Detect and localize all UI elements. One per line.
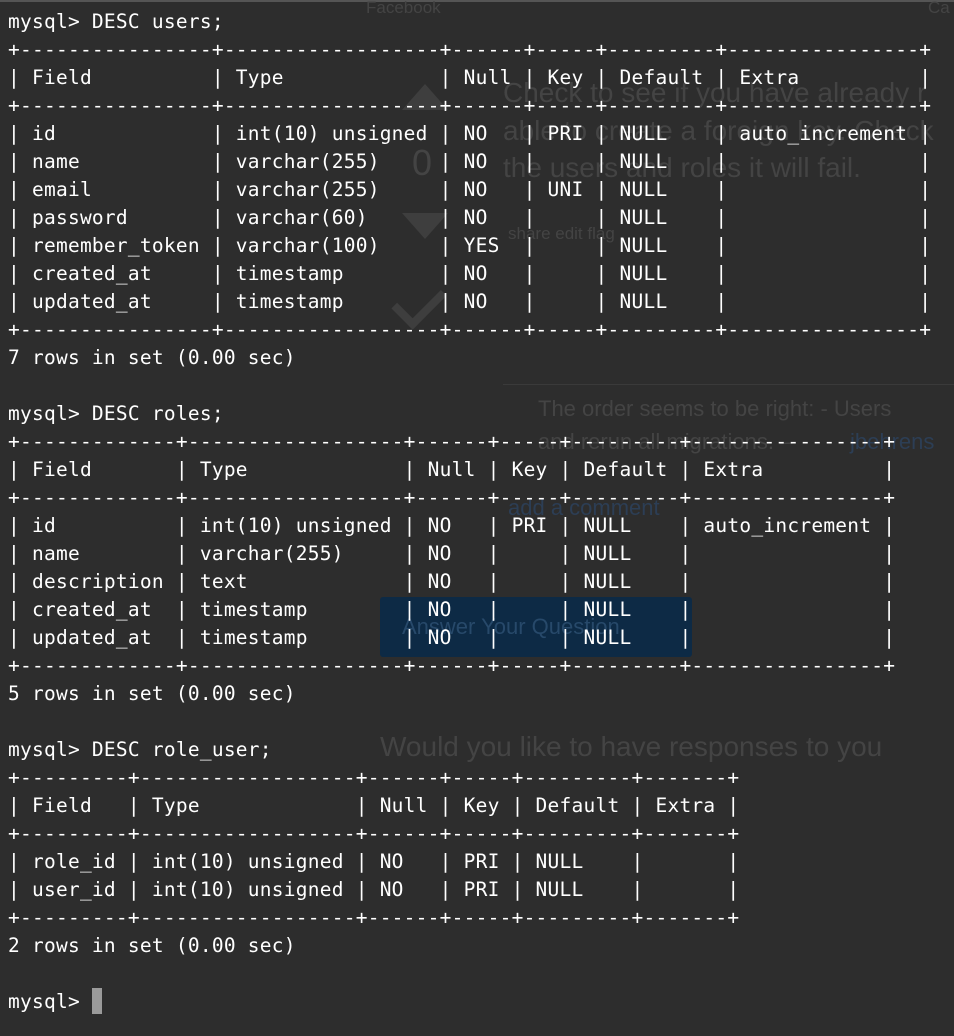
- terminal-line: +-------------+------------------+------…: [8, 652, 954, 680]
- terminal-line: | email | varchar(255) | NO | UNI | NULL…: [8, 176, 954, 204]
- terminal-line: | user_id | int(10) unsigned | NO | PRI …: [8, 876, 954, 904]
- terminal-line-text: | updated_at | timestamp | NO | | NULL |…: [8, 626, 896, 649]
- terminal-line: | password | varchar(60) | NO | | NULL |…: [8, 204, 954, 232]
- terminal-line-text: | id | int(10) unsigned | NO | PRI | NUL…: [8, 122, 932, 145]
- terminal-line-text: +-------------+------------------+------…: [8, 430, 896, 453]
- terminal-line-text: | Field | Type | Null | Key | Default | …: [8, 794, 740, 817]
- terminal-output[interactable]: mysql> DESC users; +----------------+----…: [0, 0, 954, 1036]
- terminal-line-text: mysql> DESC users;: [8, 10, 224, 33]
- terminal-line-text: | name | varchar(255) | NO | | NULL | |: [8, 150, 932, 173]
- terminal-line: +-------------+------------------+------…: [8, 428, 954, 456]
- terminal-line: +----------------+------------------+---…: [8, 92, 954, 120]
- terminal-line-text: mysql> DESC roles;: [8, 402, 224, 425]
- terminal-line: +-------------+------------------+------…: [8, 484, 954, 512]
- terminal-line: | Field | Type | Null | Key | Default | …: [8, 64, 954, 92]
- terminal-line-text: | created_at | timestamp | NO | | NULL |…: [8, 598, 896, 621]
- terminal-line: | role_id | int(10) unsigned | NO | PRI …: [8, 848, 954, 876]
- terminal-line-text: +----------------+------------------+---…: [8, 94, 932, 117]
- terminal-line: | Field | Type | Null | Key | Default | …: [8, 792, 954, 820]
- terminal-line: | created_at | timestamp | NO | | NULL |…: [8, 260, 954, 288]
- terminal-line: +---------+------------------+------+---…: [8, 764, 954, 792]
- terminal-line: 5 rows in set (0.00 sec): [8, 680, 954, 708]
- terminal-line: | name | varchar(255) | NO | | NULL | |: [8, 148, 954, 176]
- terminal-line-text: | role_id | int(10) unsigned | NO | PRI …: [8, 850, 740, 873]
- terminal-line: | description | text | NO | | NULL | |: [8, 568, 954, 596]
- terminal-line: | remember_token | varchar(100) | YES | …: [8, 232, 954, 260]
- terminal-line-text: | Field | Type | Null | Key | Default | …: [8, 66, 932, 89]
- terminal-line-text: 5 rows in set (0.00 sec): [8, 682, 296, 705]
- terminal-line-text: +---------+------------------+------+---…: [8, 766, 740, 789]
- terminal-line: +---------+------------------+------+---…: [8, 820, 954, 848]
- terminal-line-text: | id | int(10) unsigned | NO | PRI | NUL…: [8, 514, 896, 537]
- text-cursor: [91, 988, 102, 1014]
- prompt-line: mysql>: [8, 988, 954, 1016]
- terminal-line-text: mysql> DESC role_user;: [8, 738, 272, 761]
- terminal-line-text: +---------+------------------+------+---…: [8, 822, 740, 845]
- terminal-line-text: 7 rows in set (0.00 sec): [8, 346, 296, 369]
- terminal-line: mysql> DESC role_user;: [8, 736, 954, 764]
- terminal-line-text: | user_id | int(10) unsigned | NO | PRI …: [8, 878, 740, 901]
- terminal-line: | updated_at | timestamp | NO | | NULL |…: [8, 624, 954, 652]
- terminal-line: +----------------+------------------+---…: [8, 36, 954, 64]
- terminal-line: | id | int(10) unsigned | NO | PRI | NUL…: [8, 120, 954, 148]
- terminal-line: | name | varchar(255) | NO | | NULL | |: [8, 540, 954, 568]
- terminal-line: 2 rows in set (0.00 sec): [8, 932, 954, 960]
- terminal-line-text: +---------+------------------+------+---…: [8, 906, 740, 929]
- terminal-line: mysql> DESC roles;: [8, 400, 954, 428]
- terminal-line: | Field | Type | Null | Key | Default | …: [8, 456, 954, 484]
- terminal-line-text: | Field | Type | Null | Key | Default | …: [8, 458, 896, 481]
- terminal-line-text: | updated_at | timestamp | NO | | NULL |…: [8, 290, 932, 313]
- terminal-line-text: 2 rows in set (0.00 sec): [8, 934, 296, 957]
- terminal-line-text: | remember_token | varchar(100) | YES | …: [8, 234, 932, 257]
- terminal-line: | updated_at | timestamp | NO | | NULL |…: [8, 288, 954, 316]
- terminal-line-text: +-------------+------------------+------…: [8, 486, 896, 509]
- terminal-line: +---------+------------------+------+---…: [8, 904, 954, 932]
- terminal-line-text: | created_at | timestamp | NO | | NULL |…: [8, 262, 932, 285]
- terminal-line: 7 rows in set (0.00 sec): [8, 344, 954, 372]
- terminal-line-text: mysql>: [8, 990, 92, 1013]
- terminal-line-text: | description | text | NO | | NULL | |: [8, 570, 896, 593]
- terminal-line-text: | name | varchar(255) | NO | | NULL | |: [8, 542, 896, 565]
- terminal-line-text: +----------------+------------------+---…: [8, 38, 932, 61]
- terminal-line: +----------------+------------------+---…: [8, 316, 954, 344]
- terminal-line-text: | password | varchar(60) | NO | | NULL |…: [8, 206, 932, 229]
- terminal-line-text: +----------------+------------------+---…: [8, 318, 932, 341]
- terminal-line-text: +-------------+------------------+------…: [8, 654, 896, 677]
- terminal-line: | created_at | timestamp | NO | | NULL |…: [8, 596, 954, 624]
- terminal-line-text: | email | varchar(255) | NO | UNI | NULL…: [8, 178, 932, 201]
- terminal-line: mysql> DESC users;: [8, 8, 954, 36]
- terminal-line: | id | int(10) unsigned | NO | PRI | NUL…: [8, 512, 954, 540]
